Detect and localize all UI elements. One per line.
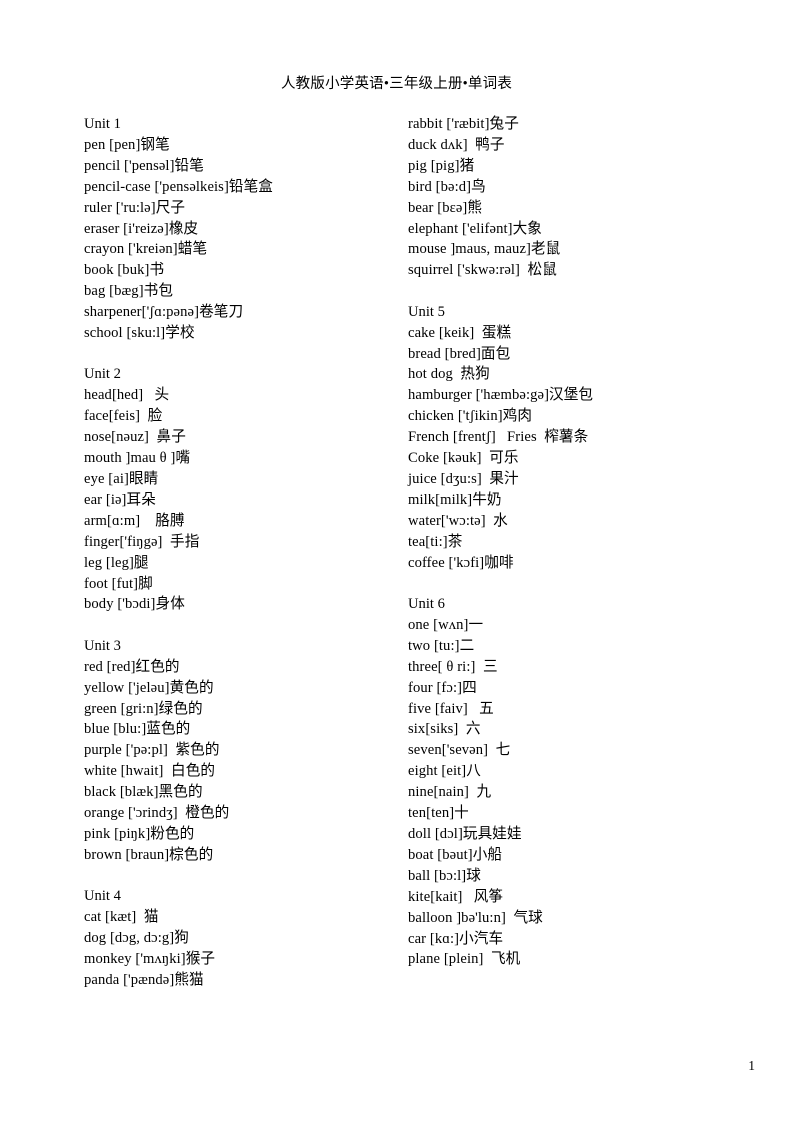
word-entry: pink [piŋk]粉色的: [84, 826, 195, 842]
unit-spacer: [84, 866, 394, 887]
unit-block: Unit 3 red [red]红色的 yellow ['jeləu]黄色的 gree…: [84, 636, 394, 866]
word-entry: foot [fut]脚: [84, 575, 153, 592]
word-entry: pig [pig]猪: [408, 157, 475, 174]
word-entry: eight [eit]八: [408, 763, 481, 780]
word-entry: dog [dɔg, dɔ:g]狗: [84, 930, 189, 947]
word-entry: white [hwait] 白色的: [84, 763, 216, 780]
word-entry: leg [leg]腿: [84, 554, 149, 571]
word-entry: arm[ɑ:m] 胳膊: [84, 512, 185, 529]
word-entry: monkey ['mʌŋki]猴子: [84, 951, 216, 968]
word-entry: cat [kæt] 猫: [84, 909, 159, 926]
word-entry: mouse ]maus, mauz]老鼠: [408, 241, 561, 258]
word-list-page: 人教版小学英语•三年级上册•单词表 Unit 1 pen [pen]钢笔 penci…: [0, 0, 793, 1122]
unit-heading: Unit 1: [84, 116, 121, 132]
word-entry: green [gri:n]绿色的: [84, 700, 203, 717]
unit-heading: Unit 3: [84, 637, 121, 654]
unit-block: Unit 2 head[hed] 头 face[feis] 脸 nose[nəuz] …: [84, 364, 394, 615]
word-list-columns: Unit 1 pen [pen]钢笔 pencil ['pensəl]铅笔 penci…: [0, 114, 793, 1014]
word-entry: eraser [i'reizə]橡皮: [84, 220, 199, 237]
word-entry: brown [braun]棕色的: [84, 846, 214, 863]
word-entry: doll [dɔl]玩具娃娃: [408, 826, 522, 842]
word-entry: car [kɑ:]小汽车: [408, 930, 504, 947]
word-entry: water['wɔ:tə] 水: [408, 512, 508, 529]
word-entry: squirrel ['skwə:rəl] 松鼠: [408, 262, 557, 279]
word-entry: ruler ['ru:lə]尺子: [84, 199, 186, 216]
word-entry: kite[kait] 风筝: [408, 888, 504, 905]
word-entry: rabbit ['ræbit]兔子: [408, 116, 519, 132]
word-entry: eye [ai]眼睛: [84, 471, 159, 487]
word-entry: head[hed] 头: [84, 387, 170, 404]
word-entry: coffee ['kɔfi]咖啡: [408, 554, 514, 571]
word-entry: finger['fiŋgə] 手指: [84, 533, 200, 550]
word-entry: five [faiv] 五: [408, 700, 494, 717]
word-entry: four [fɔ:]四: [408, 679, 477, 696]
unit-heading: Unit 6: [408, 596, 445, 613]
word-entry: duck dʌk] 鸭子: [408, 136, 505, 153]
word-entry: ball [bɔ:l]球: [408, 867, 481, 884]
unit-block: Unit 5 cake [keik] 蛋糕 bread [bred]面包 hot do…: [408, 302, 718, 574]
word-entry: crayon ['kreiən]蜡笔: [84, 241, 208, 258]
word-entry: six[siks] 六: [408, 721, 481, 738]
word-entry: face[feis] 脸: [84, 408, 163, 425]
unit-block: Unit 4 cat [kæt] 猫 dog [dɔg, dɔ:g]狗 monkey …: [84, 886, 394, 991]
unit-heading: Unit 4: [84, 888, 121, 905]
word-entry: two [tu:]二: [408, 637, 475, 654]
word-entry: bread [bred]面包: [408, 345, 511, 362]
word-entry: panda ['pændə]熊猫: [84, 971, 204, 988]
word-entry: pen [pen]钢笔: [84, 136, 170, 153]
unit-spacer: [84, 344, 394, 365]
page-number: 1: [748, 1058, 755, 1073]
word-entry: nine[nain] 九: [408, 784, 492, 801]
word-entry: mouth ]mau θ ]嘴: [84, 450, 191, 467]
word-entry: Coke [kəuk] 可乐: [408, 450, 519, 467]
word-entry: boat [bəut]小船: [408, 846, 503, 863]
word-entry: cake [keik] 蛋糕: [408, 324, 512, 341]
word-entry: three[ θ ri:] 三: [408, 658, 498, 675]
word-entry: hamburger ['hæmbə:gə]汉堡包: [408, 387, 594, 404]
word-entry: body ['bɔdi]身体: [84, 596, 185, 613]
word-entry: sharpener['ʃɑ:pənə]卷笔刀: [84, 304, 244, 321]
word-entry: juice [dʒu:s] 果汁: [408, 471, 519, 487]
word-entry: hot dog 热狗: [408, 366, 490, 383]
word-entry: elephant ['elifənt]大象: [408, 220, 542, 237]
word-entry: plane [plein] 飞机: [408, 951, 521, 968]
word-entry: red [red]红色的: [84, 658, 180, 675]
word-entry: yellow ['jeləu]黄色的: [84, 679, 214, 696]
word-entry: ear [iə]耳朵: [84, 491, 156, 508]
unit-spacer: [84, 615, 394, 636]
word-entry: balloon ]bə'lu:n] 气球: [408, 909, 543, 926]
word-entry: pencil-case ['pensəlkeis]铅笔盒: [84, 178, 273, 195]
unit-spacer: [408, 574, 718, 595]
left-column: Unit 1 pen [pen]钢笔 pencil ['pensəl]铅笔 penci…: [84, 114, 394, 991]
right-column: rabbit ['ræbit]兔子 duck dʌk] 鸭子 pig [pig]猪 b…: [408, 114, 718, 970]
word-entry: bird [bə:d]鸟: [408, 178, 486, 195]
word-entry: blue [blu:]蓝色的: [84, 721, 191, 738]
word-entry: pencil ['pensəl]铅笔: [84, 157, 204, 174]
word-entry: bear [bɛə]熊: [408, 199, 483, 216]
word-entry: ten[ten]十: [408, 805, 469, 822]
word-entry: one [wʌn]一: [408, 616, 484, 633]
word-entry: purple ['pə:pl] 紫色的: [84, 742, 220, 759]
unit-block: rabbit ['ræbit]兔子 duck dʌk] 鸭子 pig [pig]猪 b…: [408, 114, 718, 281]
page-title: 人教版小学英语•三年级上册•单词表: [280, 76, 513, 92]
word-entry: book [buk]书: [84, 262, 165, 279]
unit-spacer: [408, 281, 718, 302]
word-entry: bag [bæg]书包: [84, 283, 174, 300]
word-entry: orange ['ɔrindʒ] 橙色的: [84, 805, 230, 822]
word-entry: chicken ['tʃikin]鸡肉: [408, 408, 533, 425]
word-entry: tea[ti:]茶: [408, 533, 463, 550]
word-entry: school [sku:l]学校: [84, 325, 195, 342]
word-entry: milk[milk]牛奶: [408, 491, 502, 508]
unit-heading: Unit 2: [84, 366, 121, 383]
unit-heading: Unit 5: [408, 303, 445, 320]
word-entry: French [frentʃ] Fries 榨薯条: [408, 429, 589, 446]
unit-block: Unit 6 one [wʌn]一 two [tu:]二 three[ θ ri:] …: [408, 594, 718, 970]
word-entry: seven['sevən] 七: [408, 742, 511, 759]
word-entry: black [blæk]黑色的: [84, 784, 203, 801]
unit-block: Unit 1 pen [pen]钢笔 pencil ['pensəl]铅笔 penci…: [84, 114, 394, 344]
word-entry: nose[nəuz] 鼻子: [84, 429, 186, 446]
